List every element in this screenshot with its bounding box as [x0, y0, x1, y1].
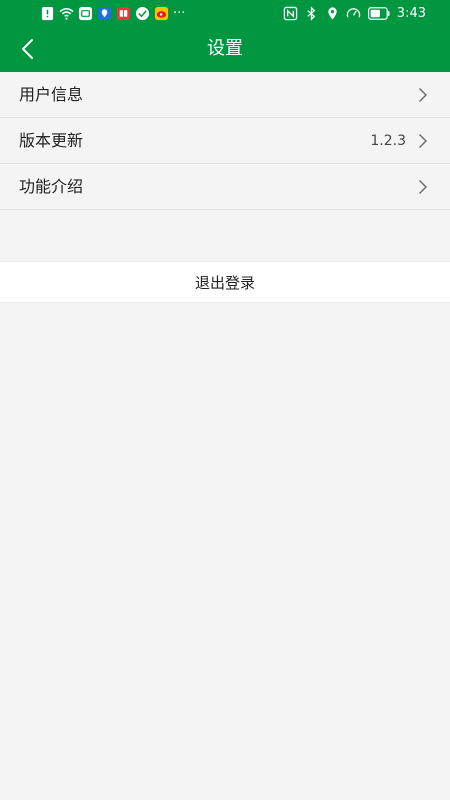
battery-icon [367, 6, 391, 21]
vpn-app-icon [135, 6, 150, 21]
weibo-icon [154, 6, 169, 21]
nfc-icon [283, 6, 298, 21]
menu-item-feature-intro[interactable]: 功能介绍 [0, 164, 450, 210]
header-bar: ··· 3:43 设置 [0, 0, 450, 72]
status-bar: ··· 3:43 [0, 0, 450, 26]
menu-item-version-update[interactable]: 版本更新 1.2.3 [0, 118, 450, 164]
status-bar-notifications: ··· [40, 5, 185, 21]
book-app-icon [116, 6, 131, 21]
menu-item-label: 功能介绍 [19, 177, 84, 196]
menu-item-label: 用户信息 [19, 85, 84, 104]
location-app-icon [97, 6, 112, 21]
status-time: 3:43 [396, 5, 426, 21]
status-bar-system: 3:43 [283, 5, 426, 21]
menu-item-label: 版本更新 [19, 131, 84, 150]
logout-button[interactable]: 退出登录 [0, 261, 450, 303]
alert-icon [40, 6, 55, 21]
menu-item-user-info[interactable]: 用户信息 [0, 72, 450, 118]
chevron-right-icon [418, 133, 428, 149]
wifi-icon [59, 6, 74, 21]
logout-label: 退出登录 [194, 273, 255, 292]
page-title: 设置 [207, 38, 243, 59]
location-icon [325, 6, 340, 21]
message-app-icon [78, 6, 93, 21]
chevron-right-icon [418, 87, 428, 103]
speed-icon [346, 6, 361, 21]
settings-menu: 用户信息 版本更新 1.2.3 功能介绍 [0, 72, 450, 210]
chevron-right-icon [418, 179, 428, 195]
version-number: 1.2.3 [370, 133, 406, 149]
status-overflow: ··· [173, 5, 186, 21]
app-bar: 设置 [0, 26, 450, 72]
bluetooth-icon [304, 5, 319, 21]
